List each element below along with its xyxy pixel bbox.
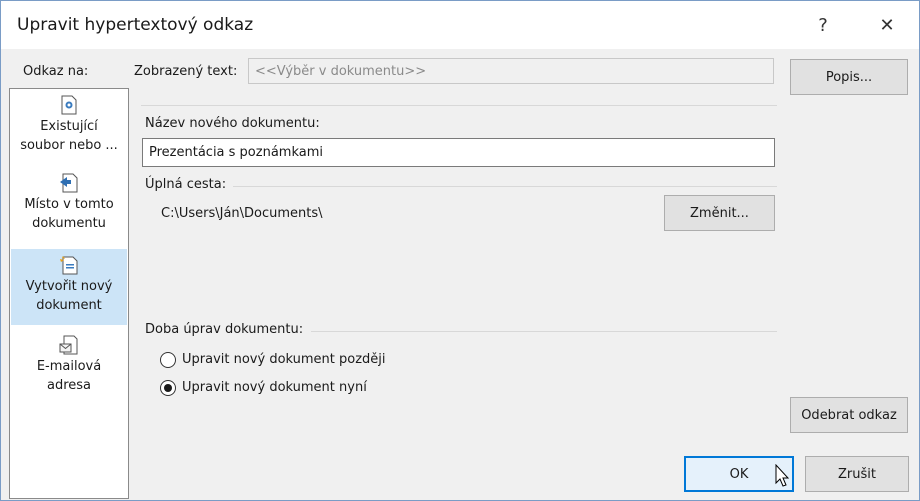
sidebar-item-place-in-document[interactable]: Místo v tomto dokumentu — [11, 167, 127, 243]
sidebar-item-create-new-document[interactable]: Vytvořit nový dokument — [11, 249, 127, 325]
mouse-cursor-icon — [775, 464, 790, 487]
help-icon: ? — [818, 14, 828, 36]
new-document-name-value: Prezentácia s poznámkami — [149, 145, 323, 160]
display-text-field[interactable]: <<Výběr v dokumentu>> — [248, 58, 774, 84]
remove-link-button[interactable]: Odebrat odkaz — [790, 397, 908, 433]
change-path-button-label: Změnit... — [690, 205, 749, 221]
sidebar-item-label: dokument — [36, 298, 102, 313]
existing-file-icon — [61, 95, 77, 115]
screentip-button-label: Popis... — [825, 69, 873, 85]
new-document-icon — [60, 256, 78, 275]
edit-hyperlink-dialog: Upravit hypertextový odkaz ? ✕ Odkaz na:… — [0, 0, 920, 501]
change-path-button[interactable]: Změnit... — [664, 195, 775, 231]
title-bar: Upravit hypertextový odkaz ? ✕ — [1, 1, 919, 49]
sidebar-item-label: soubor nebo ... — [20, 138, 118, 153]
dialog-title: Upravit hypertextový odkaz — [17, 15, 254, 35]
sidebar-item-email-address[interactable]: E-mailová adresa — [11, 329, 127, 403]
screentip-button[interactable]: Popis... — [790, 59, 908, 95]
help-button[interactable]: ? — [803, 7, 843, 43]
sidebar-item-label: adresa — [46, 378, 91, 393]
new-document-label: Název nového dokumentu: — [145, 116, 320, 131]
sidebar-item-existing-file[interactable]: Existující soubor nebo ... — [11, 91, 127, 165]
ok-button-label: OK — [729, 466, 749, 482]
display-text-value: <<Výběr v dokumentu>> — [255, 63, 427, 79]
close-button[interactable]: ✕ — [867, 7, 907, 43]
when-to-edit-label: Doba úprav dokumentu: — [145, 322, 304, 337]
remove-link-button-label: Odebrat odkaz — [801, 407, 897, 423]
display-text-label: Zobrazený text: — [134, 64, 238, 79]
sidebar-item-label: dokumentu — [32, 216, 106, 231]
edit-now-label[interactable]: Upravit nový dokument nyní — [182, 380, 367, 395]
cancel-button[interactable]: Zrušit — [805, 456, 909, 492]
close-icon: ✕ — [879, 14, 895, 36]
section-divider — [233, 186, 777, 187]
edit-now-radio[interactable] — [160, 380, 176, 396]
sidebar-item-label: Vytvořit nový — [25, 279, 113, 294]
link-to-sidebar: Existující soubor nebo ... Místo v tomto… — [9, 88, 129, 499]
edit-later-radio[interactable] — [160, 352, 176, 368]
full-path-label: Úplná cesta: — [145, 177, 227, 192]
email-address-icon — [59, 335, 78, 355]
sidebar-item-label: Existující — [40, 119, 98, 134]
place-in-document-icon — [60, 173, 78, 193]
link-to-label: Odkaz na: — [23, 64, 89, 79]
full-path-value: C:\Users\Ján\Documents\ — [161, 206, 323, 221]
section-divider — [141, 105, 777, 106]
sidebar-item-label: Místo v tomto — [24, 197, 114, 212]
new-document-name-input[interactable]: Prezentácia s poznámkami — [142, 138, 775, 167]
section-divider — [311, 331, 777, 332]
sidebar-item-label: E-mailová — [36, 359, 102, 374]
edit-later-label[interactable]: Upravit nový dokument později — [182, 352, 386, 367]
cancel-button-label: Zrušit — [838, 466, 876, 482]
